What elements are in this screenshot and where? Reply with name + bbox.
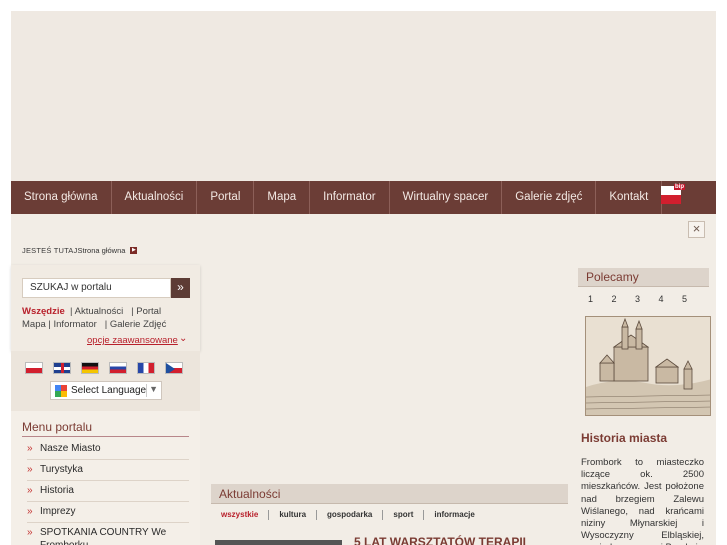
- historic-town-sketch-image[interactable]: [585, 316, 711, 416]
- flag-cz-icon[interactable]: [165, 362, 183, 374]
- dropdown-arrow-icon: ▼: [149, 384, 158, 394]
- news-section-title: Aktualności: [211, 484, 568, 504]
- nav-item-galleries[interactable]: Galerie zdjęć: [502, 181, 597, 214]
- page-1[interactable]: 1: [588, 294, 612, 304]
- breadcrumb-current[interactable]: Strona główna: [77, 246, 125, 255]
- news-tabs: wszystkie kultura gospodarka sport infor…: [221, 510, 485, 520]
- news-thumbnail[interactable]: [215, 540, 342, 545]
- history-title[interactable]: Historia miasta: [581, 431, 667, 445]
- recommended-title: Polecamy: [578, 268, 709, 287]
- scope-info[interactable]: | Informator: [48, 319, 96, 330]
- scope-all[interactable]: Wszędzie: [22, 306, 65, 317]
- nav-item-info[interactable]: Informator: [310, 181, 390, 214]
- scope-news[interactable]: | Aktualności: [70, 306, 123, 317]
- google-icon: [55, 385, 67, 397]
- page-2[interactable]: 2: [612, 294, 636, 304]
- double-chevron-right-icon: »: [177, 280, 184, 294]
- tab-information[interactable]: informacje: [423, 510, 484, 520]
- language-select[interactable]: Select Language ▼: [50, 381, 162, 400]
- tab-culture[interactable]: kultura: [268, 510, 316, 520]
- main-nav: Strona główna Aktualności Portal Mapa In…: [11, 181, 716, 214]
- language-select-label: Select Language: [71, 385, 147, 396]
- language-flags: [25, 362, 183, 374]
- menu-list: Nasze Miasto Turystyka Historia Imprezy …: [27, 439, 189, 545]
- flag-en-icon[interactable]: [53, 362, 71, 374]
- page-5[interactable]: 5: [682, 294, 706, 304]
- flag-de-icon[interactable]: [81, 362, 99, 374]
- scope-gallery[interactable]: | Galerie Zdjęć: [105, 319, 167, 330]
- menu-item-country[interactable]: SPOTKANIA COUNTRY We Fromborku: [27, 523, 189, 545]
- tab-all[interactable]: wszystkie: [221, 510, 268, 520]
- header-banner: [11, 11, 716, 181]
- tab-sport[interactable]: sport: [382, 510, 423, 520]
- flag-fr-icon[interactable]: [137, 362, 155, 374]
- history-text: Frombork to miasteczko liczące ok. 2500 …: [581, 457, 704, 545]
- scope-portal[interactable]: | Portal: [131, 306, 161, 317]
- advanced-search-link[interactable]: opcje zaawansowane: [87, 335, 178, 346]
- nav-item-portal[interactable]: Portal: [197, 181, 255, 214]
- close-icon[interactable]: ×: [688, 221, 705, 238]
- recommended-pager: 1 2 3 4 5: [588, 294, 706, 304]
- tab-economy[interactable]: gospodarka: [316, 510, 382, 520]
- menu-item-history[interactable]: Historia: [27, 481, 189, 502]
- nav-item-contact[interactable]: Kontakt: [596, 181, 663, 214]
- chevron-down-icon[interactable]: ⌄: [179, 333, 187, 344]
- nav-item-map[interactable]: Mapa: [254, 181, 311, 214]
- breadcrumb-label: JESTEŚ TUTAJ: [22, 246, 78, 255]
- flag-pl-icon[interactable]: [25, 362, 43, 374]
- nav-item-news[interactable]: Aktualności: [112, 181, 198, 214]
- page-3[interactable]: 3: [635, 294, 659, 304]
- menu-item-city[interactable]: Nasze Miasto: [27, 439, 189, 460]
- breadcrumb-arrow-icon: ▶: [130, 247, 138, 254]
- scope-map[interactable]: Mapa: [22, 319, 46, 330]
- bip-flag-icon[interactable]: bip: [661, 184, 685, 208]
- nav-item-home[interactable]: Strona główna: [11, 181, 112, 214]
- news-headline[interactable]: 5 LAT WARSZTATÓW TERAPII: [354, 535, 526, 545]
- flag-ru-icon[interactable]: [109, 362, 127, 374]
- bip-label: bip: [674, 184, 685, 190]
- search-button[interactable]: »: [171, 278, 190, 298]
- search-scope: Wszędzie | Aktualności | Portal Mapa | I…: [22, 305, 194, 331]
- breadcrumb: JESTEŚ TUTAJ Strona główna ▶: [22, 246, 138, 255]
- nav-item-virtual-tour[interactable]: Wirtualny spacer: [390, 181, 503, 214]
- menu-item-events[interactable]: Imprezy: [27, 502, 189, 523]
- page-4[interactable]: 4: [659, 294, 683, 304]
- search-input[interactable]: SZUKAJ w portalu: [22, 278, 171, 298]
- menu-title: Menu portalu: [22, 420, 189, 437]
- menu-item-tourism[interactable]: Turystyka: [27, 460, 189, 481]
